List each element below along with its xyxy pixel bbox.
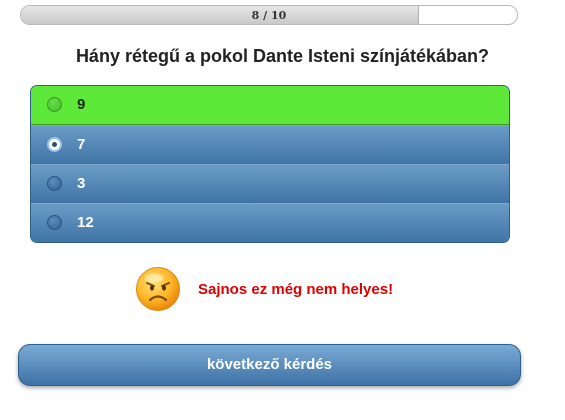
feedback-message: Sajnos ez még nem helyes! (198, 281, 394, 298)
progress-counter: 8 / 10 (251, 9, 287, 22)
answer-label: 9 (77, 96, 86, 113)
sad-face-icon (136, 267, 180, 311)
radio-button-selected[interactable] (47, 137, 62, 152)
answer-option-2[interactable]: 7 (31, 125, 509, 164)
answer-option-3[interactable]: 3 (31, 164, 509, 203)
answer-label: 12 (77, 214, 94, 231)
next-question-button[interactable]: következő kérdés (18, 344, 521, 386)
answer-label: 7 (77, 136, 86, 153)
quiz-progress-bar: 8 / 10 (20, 5, 518, 25)
answer-list: 9 7 3 12 (30, 85, 510, 243)
answer-option-4[interactable]: 12 (31, 203, 509, 242)
answer-option-1[interactable]: 9 (31, 86, 509, 125)
radio-button[interactable] (47, 176, 62, 191)
radio-button[interactable] (47, 215, 62, 230)
radio-button[interactable] (47, 97, 62, 112)
question-text: Hány rétegű a pokol Dante Isteni színját… (75, 46, 490, 66)
answer-label: 3 (77, 175, 86, 192)
